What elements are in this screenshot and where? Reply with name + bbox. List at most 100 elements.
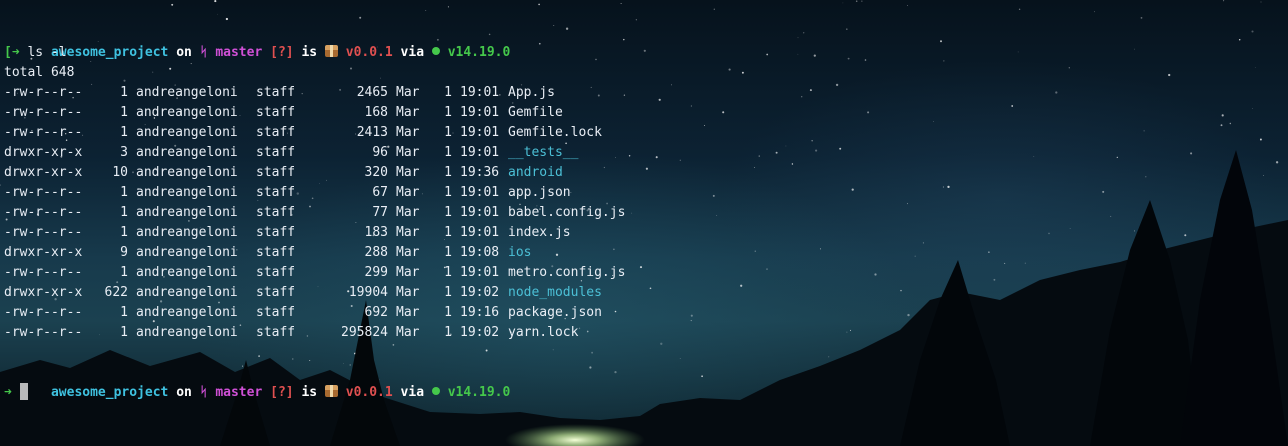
listing-group: staff [256,165,296,180]
listing-owner: andreangeloni [136,245,238,260]
listing-time: 19:01 [460,265,500,280]
listing-links: 1 [120,185,128,200]
listing-row: -rw-r--r-- 1 andreangeloni staff 295824 Mar 1 1… [4,323,1288,343]
listing-perm: -rw-r--r-- [4,305,83,320]
file-name: Gemfile.lock [508,125,602,140]
listing-size: 19904 [348,285,388,300]
listing-perm: -rw-r--r-- [4,225,83,240]
listing-row: drwxr-xr-x 10 andreangeloni staff 320 Mar 1 19:… [4,163,1288,183]
prompt-on: on [176,45,192,60]
listing-day: 1 [444,85,452,100]
listing-group: staff [256,265,296,280]
node-dot-icon [431,387,440,395]
listing-row: -rw-r--r-- 1 andreangeloni staff 299 Mar 1 19:0… [4,263,1288,283]
listing-day: 1 [444,265,452,280]
listing-owner: andreangeloni [136,165,238,180]
listing-group: staff [256,105,296,120]
listing-day: 1 [444,245,452,260]
listing-time: 19:01 [460,225,500,240]
listing-owner: andreangeloni [136,205,238,220]
directory-name: ios [508,245,532,260]
arrow-right-icon: ➜ [4,385,12,400]
listing-group: staff [256,245,296,260]
listing-time: 19:01 [460,205,500,220]
listing-time: 19:01 [460,85,500,100]
listing-perm: -rw-r--r-- [4,105,83,120]
listing-size: 288 [364,245,388,260]
listing-time: 19:01 [460,145,500,160]
listing-day: 1 [444,285,452,300]
listing-row: -rw-r--r-- 1 andreangeloni staff 183 Mar 1 19:0… [4,223,1288,243]
package-icon [324,385,338,397]
listing-size: 692 [364,305,388,320]
listing-month: Mar [396,285,420,300]
listing-time: 19:36 [460,165,500,180]
prompt-node-version: v14.19.0 [447,385,511,400]
listing-time: 19:02 [460,325,500,340]
listing-size: 320 [364,165,388,180]
listing-perm: -rw-r--r-- [4,205,83,220]
listing-owner: andreangeloni [136,225,238,240]
prompt-is: is [301,385,318,400]
prompt-line-1: awesome_project on ᛋ master [?] is v0.0.… [4,23,1288,60]
file-name: babel.config.js [508,205,626,220]
listing-owner: andreangeloni [136,305,238,320]
listing-owner: andreangeloni [136,125,238,140]
text-cursor[interactable] [19,383,28,400]
listing-group: staff [256,125,296,140]
listing-row: -rw-r--r-- 1 andreangeloni staff 168 Mar 1 19:0… [4,103,1288,123]
listing-month: Mar [396,85,420,100]
listing-time: 19:01 [460,125,500,140]
listing-row: drwxr-xr-x 3 andreangeloni staff 96 Mar 1 19:01… [4,143,1288,163]
listing-owner: andreangeloni [136,105,238,120]
terminal-output: awesome_project on ᛋ master [?] is v0.0.… [4,23,1288,403]
command-text: ls -l [27,45,67,60]
prompt-via: via [400,45,425,60]
listing-owner: andreangeloni [136,325,238,340]
file-name: App.js [508,85,555,100]
listing-day: 1 [444,105,452,120]
listing-group: staff [256,285,296,300]
listing-day: 1 [444,145,452,160]
listing-day: 1 [444,325,452,340]
listing-links: 1 [120,105,128,120]
file-name: yarn.lock [508,325,579,340]
prompt-git-status: [?] [270,385,294,400]
listing-links: 1 [120,265,128,280]
listing-perm: drwxr-xr-x [4,285,83,300]
file-name: app.json [508,185,571,200]
listing-size: 299 [364,265,388,280]
listing-row: -rw-r--r-- 1 andreangeloni staff 77 Mar 1 19:01… [4,203,1288,223]
listing-row: -rw-r--r-- 1 andreangeloni staff 67 Mar 1 19:01… [4,183,1288,203]
terminal-window[interactable]: awesome_project on ᛋ master [?] is v0.0.… [0,0,1288,446]
listing-size: 168 [364,105,388,120]
listing-links: 1 [120,305,128,320]
git-branch-icon: ᛋ [199,385,208,400]
listing-day: 1 [444,185,452,200]
listing-links: 1 [120,205,128,220]
prompt-on: on [176,385,192,400]
listing-month: Mar [396,205,420,220]
listing-row: drwxr-xr-x 9 andreangeloni staff 288 Mar 1 19:0… [4,243,1288,263]
listing-links: 3 [120,145,128,160]
listing-group: staff [256,145,296,160]
prompt-package-version: v0.0.1 [345,45,393,60]
listing-month: Mar [396,125,420,140]
listing-owner: andreangeloni [136,185,238,200]
listing-day: 1 [444,305,452,320]
listing-day: 1 [444,205,452,220]
listing-perm: drwxr-xr-x [4,145,83,160]
listing-month: Mar [396,145,420,160]
node-dot-icon [431,47,440,55]
listing-group: staff [256,225,296,240]
prompt-directory: awesome_project [50,45,169,60]
total-line: total 648 [4,65,75,80]
listing-perm: -rw-r--r-- [4,265,83,280]
prompt-via: via [400,385,425,400]
file-name: metro.config.js [508,265,626,280]
listing-month: Mar [396,305,420,320]
directory-name: node_modules [508,285,602,300]
listing-time: 19:01 [460,105,500,120]
listing-owner: andreangeloni [136,285,238,300]
listing-month: Mar [396,265,420,280]
